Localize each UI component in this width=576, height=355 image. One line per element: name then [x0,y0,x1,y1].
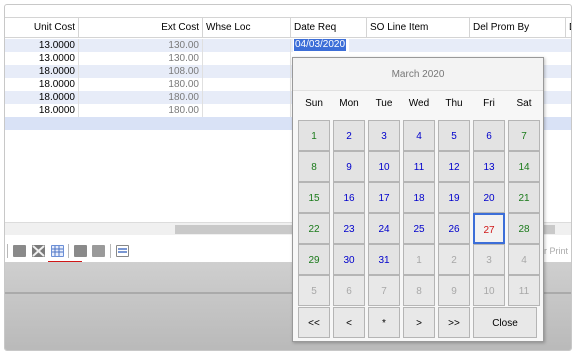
toolbar-separator [68,244,69,258]
calendar-day[interactable]: 31 [368,244,400,275]
calendar-day[interactable]: 7 [508,120,540,151]
calendar-day[interactable]: 1 [298,120,330,151]
list-icon[interactable] [116,245,129,257]
close-button[interactable]: Close [473,307,537,338]
calendar-day[interactable]: 11 [403,151,435,182]
collapse-icon[interactable] [32,245,45,257]
calendar-month-title: March 2020 [293,58,543,91]
calendar-day[interactable]: 17 [368,182,400,213]
unit-cost-cell: 18.0000 [5,78,79,91]
calendar-day[interactable]: 8 [298,151,330,182]
calendar-day[interactable]: 25 [403,213,435,244]
calendar-day[interactable]: 21 [508,182,540,213]
comment-icon[interactable] [74,245,87,257]
weekday-label: Tue [375,98,393,109]
ext-cost-cell: 130.00 [79,52,203,65]
date-req-input[interactable]: 04/03/2020 [293,39,349,52]
app-window: Unit Cost Ext Cost Whse Loc Date Req SO … [4,4,572,351]
calendar-day[interactable]: 20 [473,182,505,213]
calendar-day-other-month[interactable]: 3 [473,244,505,275]
calendar-day[interactable]: 23 [333,213,365,244]
weekday-label: Thu [445,98,463,109]
weekday-label: Sun [305,98,323,109]
record-icon[interactable] [13,245,26,257]
date-picker-popup: March 2020 Sun Mon Tue Wed Thu Fri Sat 1… [292,57,544,342]
prev-year-button[interactable]: << [298,307,330,338]
col-ext-cost[interactable]: Ext Cost [79,18,203,38]
calendar-day[interactable]: 5 [438,120,470,151]
calendar-day-other-month[interactable]: 10 [473,275,505,306]
date-req-value: 04/03/2020 [294,39,347,51]
calendar-day[interactable]: 30 [333,244,365,275]
col-so-line-item[interactable]: SO Line Item [367,18,470,38]
calendar-day[interactable]: 16 [333,182,365,213]
calendar-day[interactable]: 15 [298,182,330,213]
calendar-day[interactable]: 14 [508,151,540,182]
unit-cost-cell: 13.0000 [5,39,79,52]
calendar-day-other-month[interactable]: 11 [508,275,540,306]
table-row[interactable]: 13.0000 130.00 [5,39,571,52]
calendar-day[interactable]: 12 [438,151,470,182]
weekday-label: Sat [516,98,532,109]
next-month-button[interactable]: > [403,307,435,338]
calendar-day[interactable]: 24 [368,213,400,244]
calendar-day-other-month[interactable]: 2 [438,244,470,275]
weekday-label: Mon [339,98,359,109]
calendar-day[interactable]: 29 [298,244,330,275]
calendar-day-other-month[interactable]: 4 [508,244,540,275]
col-del-prom-by[interactable]: Del Prom By [470,18,566,38]
calendar-day[interactable]: 18 [403,182,435,213]
calendar-day-other-month[interactable]: 9 [438,275,470,306]
ext-cost-cell: 130.00 [79,39,203,52]
weekday-label: Wed [408,98,430,109]
calendar-day[interactable]: 26 [438,213,470,244]
weekday-label: Fri [483,98,495,109]
calendar-day-other-month[interactable]: 1 [403,244,435,275]
whse-loc-cell[interactable] [203,78,291,91]
calendar-day[interactable]: 6 [473,120,505,151]
col-whse-loc[interactable]: Whse Loc [203,18,291,38]
calendar-day[interactable]: 10 [368,151,400,182]
calendar-day[interactable]: 19 [438,182,470,213]
ext-cost-cell: 108.00 [79,65,203,78]
ext-cost-cell: 180.00 [79,91,203,104]
calendar-day[interactable]: 13 [473,151,505,182]
whse-loc-cell[interactable] [203,65,291,78]
calendar-day-other-month[interactable]: 5 [298,275,330,306]
calendar-day-other-month[interactable]: 7 [368,275,400,306]
ext-cost-cell: 180.00 [79,78,203,91]
unit-cost-cell: 18.0000 [5,104,79,117]
whse-loc-cell[interactable] [203,52,291,65]
col-d[interactable]: D [566,18,571,38]
current-date-button[interactable]: * [368,307,400,338]
unit-cost-cell: 13.0000 [5,52,79,65]
unit-cost-cell: 18.0000 [5,91,79,104]
grid-header: Unit Cost Ext Cost Whse Loc Date Req SO … [5,18,571,38]
calendar-day-other-month[interactable]: 6 [333,275,365,306]
calendar-day[interactable]: 4 [403,120,435,151]
col-unit-cost[interactable]: Unit Cost [5,18,79,38]
whse-loc-cell[interactable] [203,91,291,104]
calendar-day-today[interactable]: 27 [473,213,505,244]
next-year-button[interactable]: >> [438,307,470,338]
whse-loc-cell[interactable] [203,39,291,52]
calendar-day[interactable]: 22 [298,213,330,244]
calendar-day[interactable]: 2 [333,120,365,151]
ext-cost-cell: 180.00 [79,104,203,117]
unit-cost-cell: 18.0000 [5,65,79,78]
calendar-day[interactable]: 28 [508,213,540,244]
prev-month-button[interactable]: < [333,307,365,338]
toolbar-separator [7,244,8,258]
col-date-req[interactable]: Date Req [291,18,367,38]
note-icon[interactable] [92,245,105,257]
whse-loc-cell[interactable] [203,104,291,117]
calendar-day[interactable]: 3 [368,120,400,151]
calendar-day-other-month[interactable]: 8 [403,275,435,306]
calendar-grid-icon[interactable] [51,245,64,257]
calendar-day[interactable]: 9 [333,151,365,182]
toolbar-separator [110,244,111,258]
